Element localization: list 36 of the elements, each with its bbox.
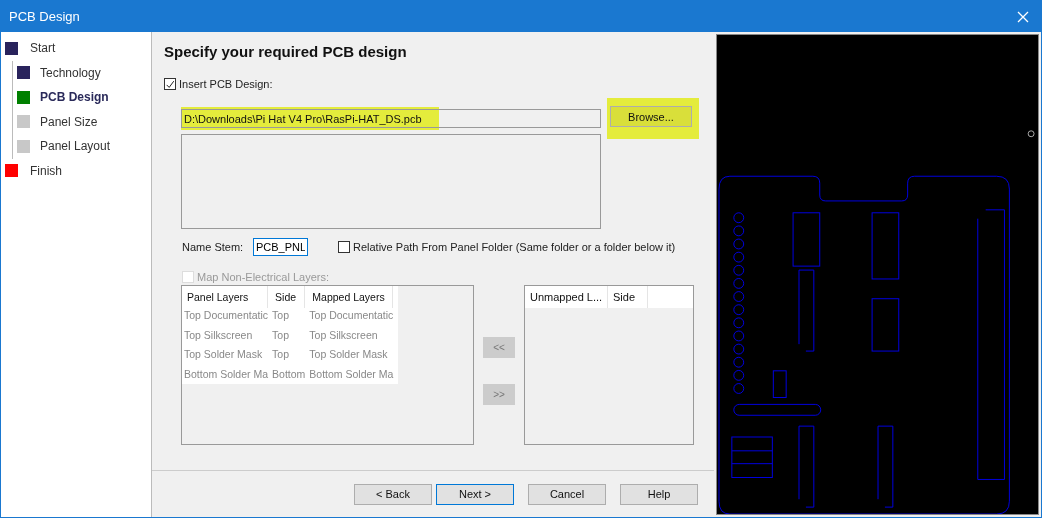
close-icon[interactable] [1017,10,1029,23]
field-label: Name Stem: [182,241,245,253]
dialog-button[interactable]: Help [620,483,698,505]
checkbox-label: Map Non-Electrical Layers: [197,271,330,283]
table-cell-text: Top Silkscreen [308,327,379,343]
table-cell-text: Top [271,308,290,324]
column-header[interactable]: Side [608,286,648,308]
step-label[interactable]: Panel Layout [40,139,111,154]
table-cell-text: Bottom [271,366,306,382]
step-label[interactable]: Panel Size [40,114,98,129]
checkbox[interactable] [338,241,350,253]
checkbox-label: Relative Path From Panel Folder (Same folder or a folder below it) [353,241,676,253]
table-cell-text: Top Silkscreen [183,327,254,343]
step-label[interactable]: PCB Design [40,90,109,105]
file-path-field[interactable]: D:\Downloads\Pi Hat V4 Pro\RasPi-HAT_DS.pcb [181,109,601,128]
column-header[interactable]: Unmapped L... [525,286,608,308]
table-cell-text: Bottom Solder Ma [183,366,269,382]
browse-button[interactable]: Browse... [610,106,692,127]
name-stem-field[interactable]: PCB_PNL [253,238,308,256]
window-title: PCB Design [9,9,80,24]
table-cell-text: Top Solder Mask [183,347,264,363]
step-label[interactable]: Start [30,41,56,56]
table-cell-text: Top [271,327,290,343]
dialog-button[interactable]: Cancel [528,483,606,505]
checkbox-label: Insert PCB Design: [179,78,273,90]
dialog-button[interactable]: < Back [354,483,432,505]
table-cell-text: Bottom Solder Ma [308,366,394,382]
checkbox[interactable] [164,78,176,90]
dialog-button[interactable]: Next > [436,483,514,505]
table-cell-text: Top Documentatic [308,308,394,324]
table-cell-text: Top Documentatic [183,308,269,324]
step-label[interactable]: Finish [30,163,62,178]
step-label[interactable]: Technology [40,65,101,80]
table-cell-text: Top Solder Mask [308,347,389,363]
table-cell-text: Top [271,347,290,363]
page-heading: Specify your required PCB design [164,43,408,60]
